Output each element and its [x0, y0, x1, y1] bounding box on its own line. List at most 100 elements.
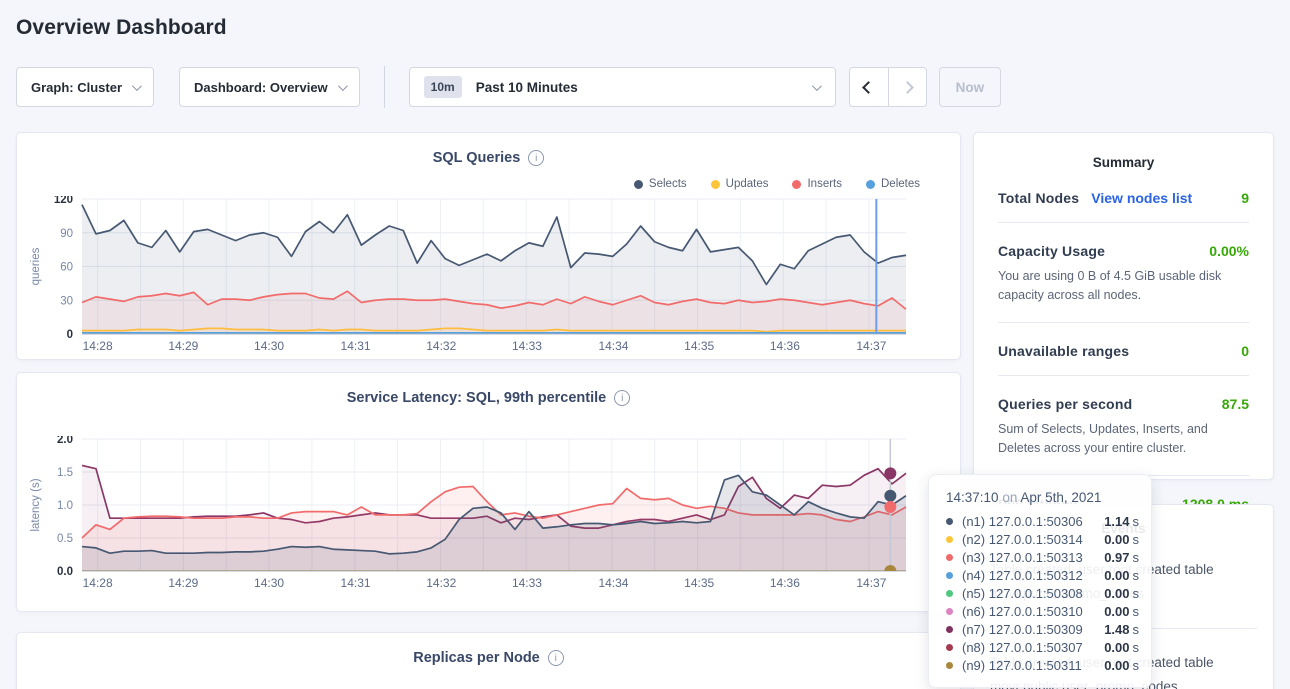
tooltip-row: (n2) 127.0.0.1:503140.00s	[946, 530, 1139, 548]
legend-label: Inserts	[807, 178, 842, 190]
svg-text:14:32: 14:32	[426, 339, 456, 353]
info-icon[interactable]: i	[548, 650, 564, 666]
legend-label: Deletes	[881, 178, 920, 190]
chart-title-row: SQL Queries i	[17, 133, 960, 167]
svg-text:14:35: 14:35	[684, 339, 714, 353]
svg-text:14:37: 14:37	[856, 576, 886, 590]
tooltip-row: (n3) 127.0.0.1:503130.97s	[946, 548, 1139, 566]
summary-row-total-nodes: Total Nodes View nodes list 9	[998, 170, 1249, 222]
summary-label: Queries per second	[998, 396, 1132, 412]
tooltip-row: (n4) 127.0.0.1:503120.00 s	[946, 566, 1139, 584]
svg-text:14:34: 14:34	[598, 339, 628, 353]
node-address: (n1) 127.0.0.1:50306	[962, 514, 1104, 529]
latency-unit: s	[1133, 604, 1140, 619]
chevron-left-icon	[862, 81, 875, 94]
tooltip-date: Apr 5th, 2021	[1020, 490, 1101, 505]
summary-value: 87.5	[1222, 396, 1249, 412]
chart-title: Service Latency: SQL, 99th percentile	[347, 390, 607, 406]
chevron-down-icon	[812, 81, 822, 91]
svg-text:14:31: 14:31	[341, 339, 371, 353]
legend-item-updates[interactable]: Updates	[711, 177, 769, 191]
svg-text:0: 0	[67, 329, 73, 341]
node-address: (n4) 127.0.0.1:50312	[962, 568, 1104, 583]
tooltip-row: (n6) 127.0.0.1:503100.00s	[946, 602, 1139, 620]
tooltip-rows: (n1) 127.0.0.1:503061.14s(n2) 127.0.0.1:…	[946, 512, 1139, 675]
view-nodes-list-link[interactable]: View nodes list	[1091, 190, 1192, 206]
node-color-dot	[946, 662, 953, 669]
summary-row-qps: Queries per second 87.5 Sum of Selects, …	[998, 376, 1249, 475]
tooltip-on: on	[999, 490, 1021, 505]
svg-text:14:36: 14:36	[770, 576, 800, 590]
latency-unit: s	[1133, 586, 1140, 601]
summary-label: Capacity Usage	[998, 243, 1105, 259]
svg-text:14:30: 14:30	[254, 339, 284, 353]
legend-label: Updates	[726, 178, 769, 190]
svg-text:14:28: 14:28	[83, 339, 113, 353]
latency-unit: s	[1133, 568, 1140, 583]
tooltip-row: (n1) 127.0.0.1:503061.14 s	[946, 512, 1139, 530]
svg-text:14:35: 14:35	[684, 576, 714, 590]
node-color-dot	[946, 626, 953, 633]
time-forward-button[interactable]	[888, 68, 926, 106]
summary-value: 9	[1241, 190, 1249, 206]
latency-unit: s	[1133, 550, 1140, 565]
tooltip-row: (n5) 127.0.0.1:503080.00s	[946, 584, 1139, 602]
dashboard-dropdown[interactable]: Dashboard: Overview	[179, 67, 360, 107]
legend-color-dot	[792, 180, 801, 189]
node-latency-value: 0.00	[1104, 568, 1129, 583]
svg-text:120: 120	[54, 196, 73, 206]
legend-label: Selects	[649, 178, 687, 190]
summary-label: Total Nodes	[998, 190, 1079, 206]
legend-color-dot	[866, 180, 875, 189]
node-latency-value: 0.00	[1104, 658, 1129, 673]
graph-scope-label: Graph: Cluster	[31, 80, 122, 95]
service-latency-chart[interactable]: 0.00.51.01.52.014:2814:2914:3014:3114:32…	[17, 436, 962, 592]
time-nav-group	[849, 67, 927, 107]
latency-unit: s	[1133, 532, 1140, 547]
node-address: (n3) 127.0.0.1:50313	[962, 550, 1104, 565]
svg-text:14:32: 14:32	[426, 576, 456, 590]
tooltip-row: (n7) 127.0.0.1:503091.48s	[946, 621, 1139, 639]
time-range-badge: 10m	[424, 76, 462, 98]
y-axis-unit-label: latency (s)	[30, 478, 42, 531]
node-address: (n7) 127.0.0.1:50309	[962, 622, 1104, 637]
latency-unit: s	[1133, 514, 1140, 529]
now-button[interactable]: Now	[939, 67, 1002, 107]
chart-hover-tooltip: 14:37:10 on Apr 5th, 2021 (n1) 127.0.0.1…	[928, 474, 1152, 688]
node-color-dot	[946, 518, 953, 525]
node-address: (n2) 127.0.0.1:50314	[962, 532, 1104, 547]
sql-queries-chart[interactable]: 030609012014:2814:2914:3014:3114:3214:33…	[17, 196, 962, 359]
svg-text:14:36: 14:36	[770, 339, 800, 353]
graph-scope-dropdown[interactable]: Graph: Cluster	[16, 67, 154, 107]
node-address: (n5) 127.0.0.1:50308	[962, 586, 1104, 601]
tooltip-timestamp: 14:37:10 on Apr 5th, 2021	[946, 490, 1139, 505]
time-range-dropdown[interactable]: 10m Past 10 Minutes	[409, 67, 836, 107]
svg-text:14:29: 14:29	[168, 339, 198, 353]
chart-title-row: Replicas per Node i	[17, 633, 960, 667]
chart-title-row: Service Latency: SQL, 99th percentile i	[17, 373, 960, 407]
summary-label: Unavailable ranges	[998, 343, 1129, 359]
svg-text:14:28: 14:28	[83, 576, 113, 590]
svg-text:14:34: 14:34	[598, 576, 628, 590]
svg-text:30: 30	[60, 295, 73, 307]
node-color-dot	[946, 554, 953, 561]
y-axis-unit-label: queries	[30, 247, 42, 285]
info-icon[interactable]: i	[614, 390, 630, 406]
chart-series	[82, 205, 906, 334]
legend-item-deletes[interactable]: Deletes	[866, 177, 920, 191]
node-color-dot	[946, 608, 953, 615]
chart-legend: Selects Updates Inserts Deletes	[17, 177, 960, 191]
sql-queries-card: SQL Queries i Selects Updates Inserts Delet…	[16, 132, 961, 360]
legend-item-selects[interactable]: Selects	[634, 177, 687, 191]
node-color-dot	[946, 644, 953, 651]
svg-text:1.0: 1.0	[57, 500, 73, 512]
latency-unit: s	[1133, 622, 1140, 637]
legend-item-inserts[interactable]: Inserts	[792, 177, 842, 191]
time-back-button[interactable]	[850, 68, 888, 106]
replicas-per-node-card: Replicas per Node i	[16, 632, 961, 689]
summary-subtext: Sum of Selects, Updates, Inserts, and De…	[998, 420, 1249, 459]
info-icon[interactable]: i	[528, 150, 544, 166]
page-title: Overview Dashboard	[16, 0, 1274, 40]
chevron-right-icon	[901, 81, 914, 94]
node-latency-value: 1.14	[1104, 514, 1129, 529]
